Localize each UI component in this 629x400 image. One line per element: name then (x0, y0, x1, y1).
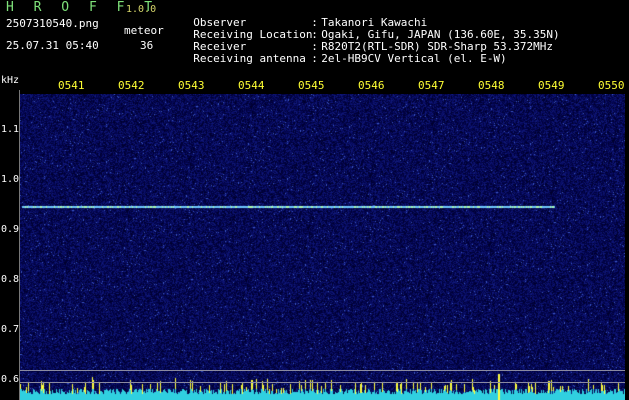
freq-tick-0-6: 0.6 (1, 374, 20, 385)
antenna-label: Receiving antenna (193, 52, 306, 65)
y-axis-unit: kHz (1, 75, 20, 86)
freq-tick-0-9: 0.9 (1, 224, 20, 235)
time-tick-0541: 0541 (58, 79, 85, 92)
time-tick-0549: 0549 (538, 79, 565, 92)
freq-tick-0-8: 0.8 (1, 274, 20, 285)
file-name: 2507310540.png (6, 17, 99, 30)
time-tick-0550: 0550 (598, 79, 625, 92)
time-tick-0546: 0546 (358, 79, 385, 92)
time-tick-0543: 0543 (178, 79, 205, 92)
antenna-row: Receiving antenna:2el-HB9CV Vertical (el… (180, 41, 507, 65)
time-tick-0545: 0545 (298, 79, 325, 92)
antenna-sep: : (311, 52, 318, 65)
spectrogram-plot (20, 94, 625, 400)
freq-tick-0-7: 0.7 (1, 324, 20, 335)
app-version: 1.0.0 (126, 4, 157, 15)
meteor-count: 36 (140, 39, 154, 52)
meteor-label: meteor (124, 24, 164, 37)
freq-tick-1-0: 1.0 (1, 174, 20, 185)
baseline-guide-line (20, 382, 625, 383)
time-tick-0547: 0547 (418, 79, 445, 92)
lower-guide-line (20, 370, 625, 371)
y-axis-line (19, 90, 20, 400)
datetime: 25.07.31 05:40 (6, 39, 99, 52)
antenna-value: 2el-HB9CV Vertical (el. E-W) (321, 52, 507, 65)
time-tick-0548: 0548 (478, 79, 505, 92)
spectrogram-canvas (20, 94, 625, 400)
freq-tick-1-1: 1.1 (1, 124, 20, 135)
time-tick-0542: 0542 (118, 79, 145, 92)
time-tick-0544: 0544 (238, 79, 265, 92)
